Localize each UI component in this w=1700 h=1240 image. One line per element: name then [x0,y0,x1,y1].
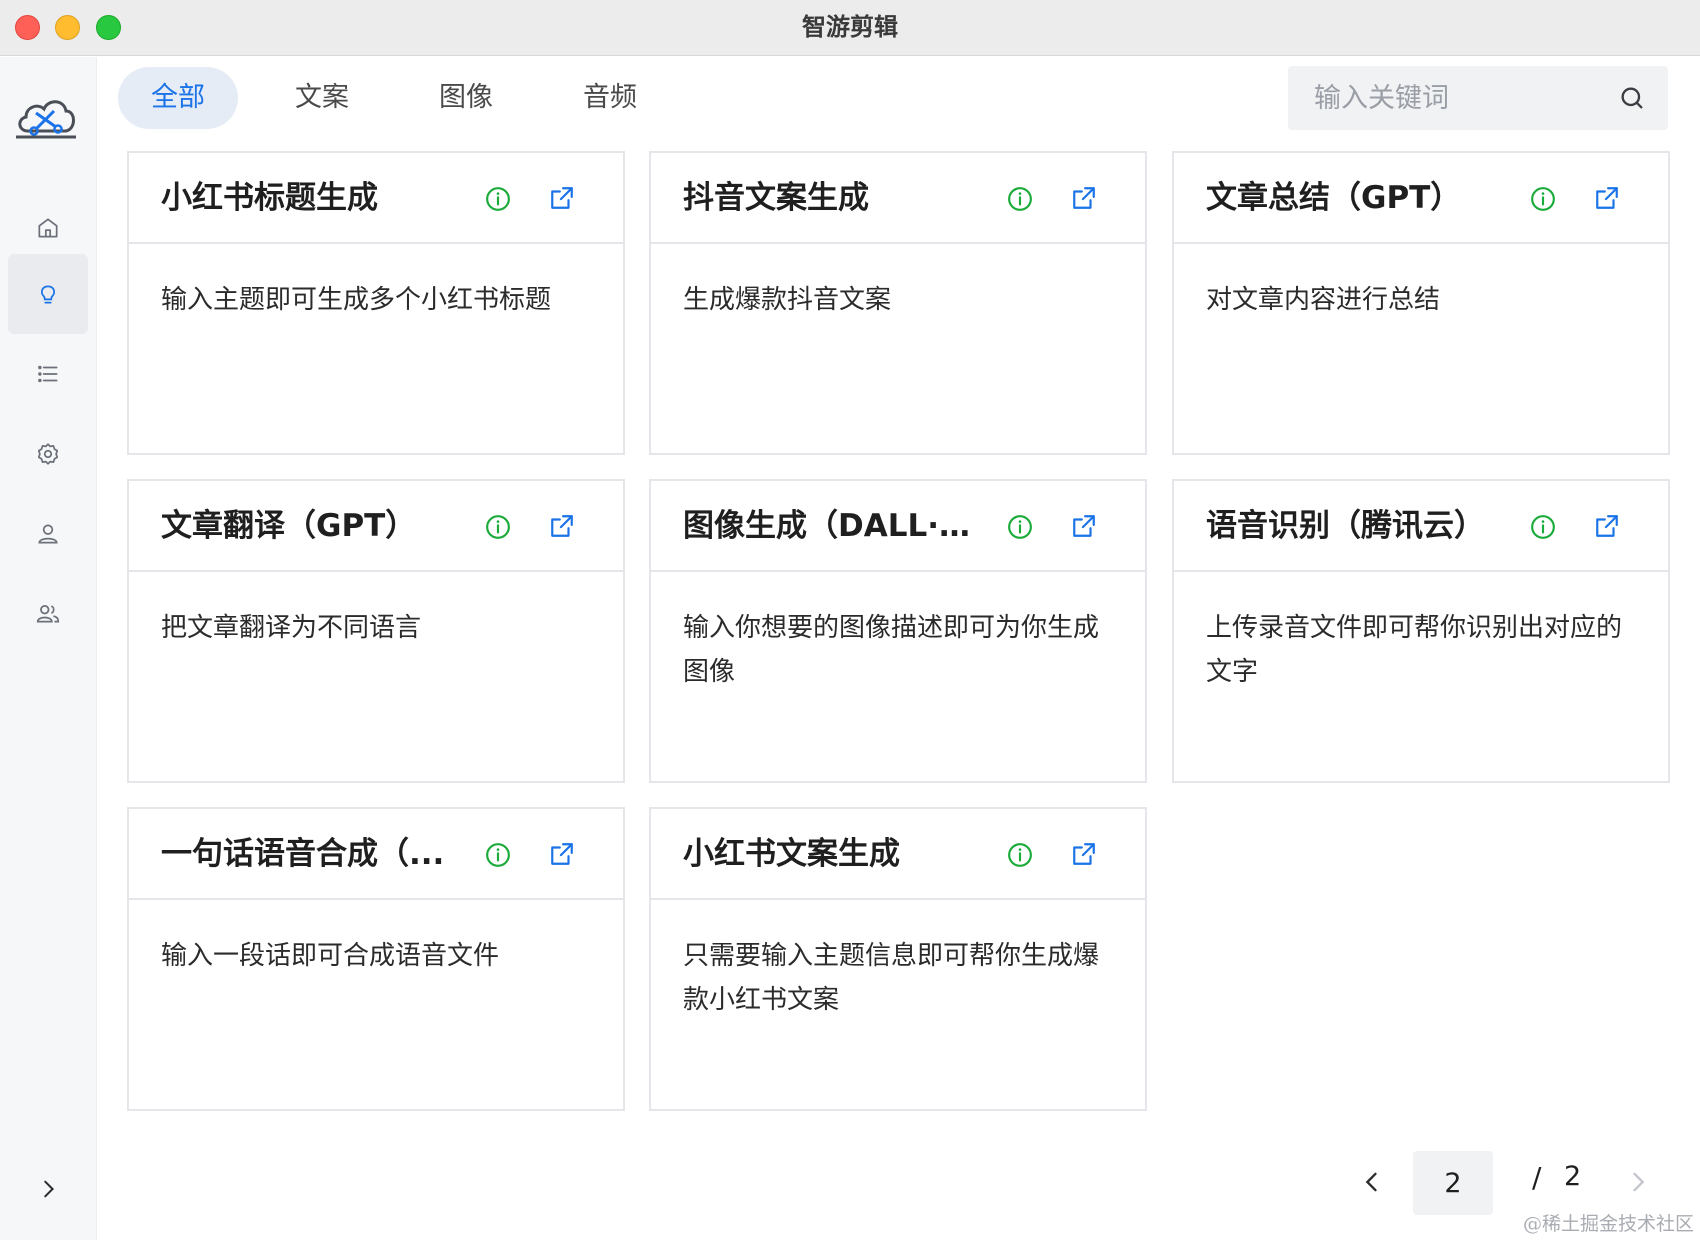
users-icon [36,605,60,623]
sidebar-item-user[interactable] [8,494,88,574]
card-description: 把文章翻译为不同语言 [161,613,422,643]
current-page-input[interactable] [1413,1151,1493,1215]
card-title: 文章翻译（GPT） [161,508,417,544]
card-description: 只需要输入主题信息即可帮你生成爆款小红书文案 [683,941,1100,1015]
info-icon[interactable] [1530,186,1556,212]
open-external-icon[interactable] [1071,513,1097,539]
home-icon [38,218,58,238]
info-icon[interactable] [485,514,511,540]
card-header: 一句话语音合成（... [129,809,623,900]
card-title: 抖音文案生成 [683,180,869,216]
search-box [1288,66,1668,130]
card-header: 文章总结（GPT） [1174,153,1668,244]
card-description: 上传录音文件即可帮你识别出对应的文字 [1206,613,1623,687]
sidebar-collapse-button[interactable] [28,1169,68,1209]
app-window: 智游剪辑 全部 文案 图像 音频 输入关键词 小红书标题生成 输入主题即可生成多… [0,0,1700,1240]
info-icon[interactable] [485,842,511,868]
open-external-icon[interactable] [1594,513,1620,539]
window-title: 智游剪辑 [802,13,898,41]
card-header: 抖音文案生成 [651,153,1145,244]
card-description: 输入主题即可生成多个小红书标题 [161,285,552,315]
info-icon[interactable] [1530,514,1556,540]
card-description: 生成爆款抖音文案 [683,285,892,315]
tool-card[interactable]: 文章翻译（GPT） 把文章翻译为不同语言 [127,479,625,783]
tool-card[interactable]: 小红书文案生成只需要输入主题信息即可帮你生成爆款小红书文案 [649,807,1147,1111]
tool-card[interactable]: 小红书标题生成输入主题即可生成多个小红书标题 [127,151,625,455]
open-external-icon[interactable] [1071,185,1097,211]
previous-page-button[interactable] [1358,1168,1386,1196]
tool-card[interactable]: 文章总结（GPT） 对文章内容进行总结 [1172,151,1670,455]
gear-icon [37,443,59,465]
info-icon[interactable] [1007,186,1033,212]
title-bar: 智游剪辑 [0,0,1700,56]
card-title: 文章总结（GPT） [1206,180,1462,216]
open-external-icon[interactable] [1071,841,1097,867]
tool-card[interactable]: 语音识别（腾讯云） 上传录音文件即可帮你识别出对应的文字 [1172,479,1670,783]
sidebar-item-settings[interactable] [8,414,88,494]
watermark: @稀土掘金技术社区 [1522,1213,1694,1235]
card-description: 对文章内容进行总结 [1206,285,1441,315]
sidebar-item-ideas[interactable] [8,254,88,334]
info-icon[interactable] [485,186,511,212]
total-pages: 2 [1564,1161,1582,1192]
tool-card[interactable]: 抖音文案生成生成爆款抖音文案 [649,151,1147,455]
open-external-icon[interactable] [549,841,575,867]
tab-copywriting[interactable]: 文案 [262,67,382,129]
tool-card[interactable]: 一句话语音合成（... 输入一段话即可合成语音文件 [127,807,625,1111]
user-icon [38,524,58,544]
tab-image[interactable]: 图像 [406,67,526,129]
open-external-icon[interactable] [549,513,575,539]
tool-card[interactable]: 图像生成（DALL·E） 输入你想要的图像描述即可为你生成图像 [649,479,1147,783]
search-icon[interactable] [1618,84,1646,112]
card-header: 小红书标题生成 [129,153,623,244]
open-external-icon[interactable] [1594,185,1620,211]
page-separator: / [1532,1161,1542,1194]
card-title: 小红书标题生成 [161,180,378,216]
tab-audio[interactable]: 音频 [550,67,670,129]
card-header: 语音识别（腾讯云） [1174,481,1668,572]
sidebar-item-list[interactable] [8,334,88,414]
lightbulb-icon [41,285,55,304]
card-title: 语音识别（腾讯云） [1206,508,1485,544]
card-title: 一句话语音合成（... [161,836,445,872]
info-icon[interactable] [1007,514,1033,540]
open-external-icon[interactable] [549,185,575,211]
info-icon[interactable] [1007,842,1033,868]
card-description: 输入一段话即可合成语音文件 [161,941,500,971]
sidebar [0,57,97,1240]
card-title: 图像生成（DALL·E） [683,508,983,544]
next-page-button[interactable] [1624,1168,1652,1196]
card-title: 小红书文案生成 [683,836,900,872]
card-description: 输入你想要的图像描述即可为你生成图像 [683,613,1100,687]
cloud-scissors-logo [16,100,76,139]
chevron-right-icon [44,1180,55,1198]
card-header: 文章翻译（GPT） [129,481,623,572]
sidebar-item-team[interactable] [8,574,88,654]
card-header: 图像生成（DALL·E） [651,481,1145,572]
tab-all[interactable]: 全部 [118,67,238,129]
list-icon [38,365,58,383]
search-input[interactable] [1288,66,1608,130]
card-header: 小红书文案生成 [651,809,1145,900]
